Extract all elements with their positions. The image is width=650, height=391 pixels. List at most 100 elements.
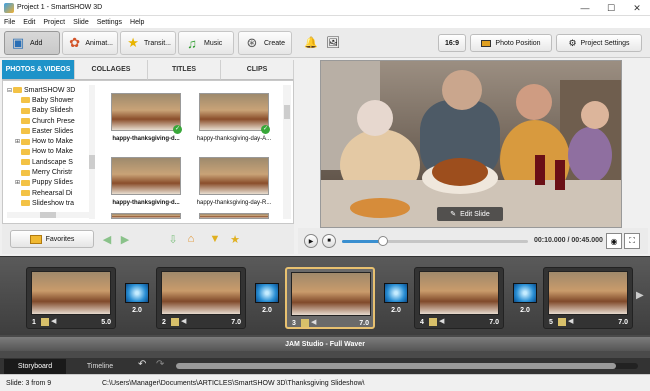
tree-item[interactable]: Rehearsal Di <box>7 188 89 198</box>
slide-thumbnail[interactable]: 1 ◀ 5.0 <box>26 267 116 329</box>
tree-item[interactable]: Landscape S <box>7 157 89 167</box>
redo-icon[interactable]: ↷ <box>156 359 164 370</box>
favorites-button[interactable]: Favorites <box>10 230 94 248</box>
photo-thumbnail[interactable]: happy-thanksgiving-day-R... <box>191 157 277 213</box>
add-favorite-icon[interactable]: ★ <box>228 232 242 246</box>
close-icon[interactable]: ✕ <box>624 0 650 16</box>
photo-thumbnail[interactable]: ✓ happy-thanksgiving-day-A... <box>191 93 277 149</box>
photo-position-button[interactable]: Photo Position <box>470 34 552 52</box>
photo-caption: happy-thanksgiving-day-A... <box>196 136 272 142</box>
tree-scrollbar[interactable] <box>89 85 95 219</box>
tree-item-label: Baby Slidesh <box>32 107 73 115</box>
tab-titles[interactable]: TITLES <box>148 60 221 80</box>
speaker-icon[interactable]: ◀ <box>311 319 319 327</box>
tab-collages[interactable]: COLLAGES <box>75 60 148 80</box>
photo-caption: happy-thanksgiving-day-R... <box>196 200 272 206</box>
fullscreen-icon[interactable]: ⛶ <box>624 233 640 249</box>
tree-item[interactable]: ⊞ How to Make <box>7 136 89 146</box>
bell-icon[interactable]: 🔔 <box>304 36 318 49</box>
tab-clips[interactable]: CLIPS <box>221 60 294 80</box>
slide-number: 2 <box>162 319 166 326</box>
camera-icon[interactable]: ◉ <box>606 233 622 249</box>
pencil-icon[interactable] <box>171 318 179 326</box>
thumbnail-scroll-thumb[interactable] <box>284 105 290 119</box>
create-button[interactable]: ⊛ Create <box>238 31 292 55</box>
aspect-ratio-button[interactable]: 16:9 <box>438 34 466 52</box>
folder-icon <box>21 200 30 207</box>
slide-thumbnail[interactable]: 5 ◀ 7.0 <box>543 267 633 329</box>
menu-project[interactable]: Project <box>43 19 65 26</box>
photo-thumbnail[interactable]: happy-thanksgiving-d... <box>103 157 189 213</box>
add-folder-icon[interactable]: ▼ <box>208 232 222 246</box>
storyboard-scroll-thumb[interactable] <box>176 363 616 369</box>
stop-icon[interactable]: ■ <box>322 234 336 248</box>
move-down-icon[interactable]: ⇩ <box>166 232 180 246</box>
speaker-icon[interactable]: ◀ <box>568 318 576 326</box>
tree-item[interactable]: ⊟ SmartSHOW 3D <box>7 85 89 95</box>
scroll-right-icon[interactable]: ▶ <box>636 290 644 301</box>
slide-thumbnail-selected[interactable]: 3 ◀ 7.0 <box>285 267 375 329</box>
tab-photos-videos[interactable]: PHOTOS & VIDEOS <box>2 60 75 80</box>
music-track[interactable]: JAM Studio - Full Waver <box>0 337 650 351</box>
storyboard-scrollbar[interactable] <box>176 363 638 369</box>
pencil-icon[interactable] <box>429 318 437 326</box>
tree-item[interactable]: Baby Slidesh <box>7 106 89 116</box>
speaker-icon[interactable]: ◀ <box>51 318 59 326</box>
folder-icon <box>21 179 30 186</box>
menu-bar: File Edit Project Slide Settings Help <box>0 16 650 28</box>
tree-hscroll-thumb[interactable] <box>40 212 56 218</box>
pencil-icon[interactable] <box>41 318 49 326</box>
next-folder-icon[interactable]: ▶ <box>118 232 132 246</box>
tree-item[interactable]: How to Make <box>7 147 89 157</box>
add-button[interactable]: ▣ Add <box>4 31 60 55</box>
speaker-icon[interactable]: ◀ <box>439 318 447 326</box>
image-icon[interactable]: 🖼 <box>326 36 340 49</box>
menu-help[interactable]: Help <box>130 19 144 26</box>
transition-thumbnail[interactable]: 2.0 <box>122 277 152 319</box>
tab-timeline[interactable]: Timeline <box>70 359 130 374</box>
seek-bar[interactable] <box>342 236 528 246</box>
edit-slide-button[interactable]: ✎ Edit Slide <box>437 207 503 221</box>
tree-item[interactable]: Slideshow tra <box>7 198 89 208</box>
settings-gear-icon: ⚙ <box>568 37 577 48</box>
play-icon[interactable]: ▶ <box>304 234 318 248</box>
tree-item[interactable]: Merry Christr <box>7 167 89 177</box>
transition-thumbnail[interactable]: 2.0 <box>510 277 540 319</box>
tree-scroll-thumb[interactable] <box>89 155 95 169</box>
project-settings-button[interactable]: ⚙ Project Settings <box>556 34 642 52</box>
transition-thumbnail[interactable]: 2.0 <box>252 277 282 319</box>
thumbnail-scrollbar[interactable] <box>283 85 291 219</box>
music-button[interactable]: ♫ Music <box>178 31 234 55</box>
animation-button[interactable]: ✿ Animat... <box>62 31 118 55</box>
photo-thumbnail[interactable]: ✓ happy-thanksgiving-d... <box>103 93 189 149</box>
menu-edit[interactable]: Edit <box>23 19 35 26</box>
minimize-icon[interactable]: — <box>572 0 598 16</box>
pencil-icon[interactable] <box>558 318 566 326</box>
menu-file[interactable]: File <box>4 19 15 26</box>
undo-icon[interactable]: ↶ <box>138 359 146 370</box>
slide-image <box>419 271 499 315</box>
menu-slide[interactable]: Slide <box>73 19 89 26</box>
tree-item[interactable]: Baby Shower <box>7 95 89 105</box>
transition-preview <box>255 283 279 303</box>
slide-thumbnail[interactable]: 4 ◀ 7.0 <box>414 267 504 329</box>
transitions-button[interactable]: ★ Transit... <box>120 31 176 55</box>
tree-item[interactable]: Church Prese <box>7 116 89 126</box>
home-folder-icon[interactable]: ⌂ <box>184 232 198 246</box>
tab-storyboard[interactable]: Storyboard <box>4 359 66 374</box>
photo-thumbnail[interactable] <box>191 213 277 219</box>
tree-item[interactable]: Easter Slides <box>7 126 89 136</box>
maximize-icon[interactable]: ☐ <box>598 0 624 16</box>
speaker-icon[interactable]: ◀ <box>181 318 189 326</box>
menu-settings[interactable]: Settings <box>97 19 122 26</box>
seek-handle[interactable] <box>377 236 388 246</box>
pencil-icon[interactable] <box>301 319 309 327</box>
photo-caption: happy-thanksgiving-d... <box>112 200 180 206</box>
transition-thumbnail[interactable]: 2.0 <box>381 277 411 319</box>
previous-folder-icon[interactable]: ◀ <box>100 232 114 246</box>
slide-thumbnail[interactable]: 2 ◀ 7.0 <box>156 267 246 329</box>
film-reel-icon: ⊛ <box>246 35 258 50</box>
tree-hscrollbar[interactable] <box>7 212 89 218</box>
photo-thumbnail[interactable] <box>103 213 189 219</box>
tree-item[interactable]: ⊞ Puppy Slides <box>7 178 89 188</box>
